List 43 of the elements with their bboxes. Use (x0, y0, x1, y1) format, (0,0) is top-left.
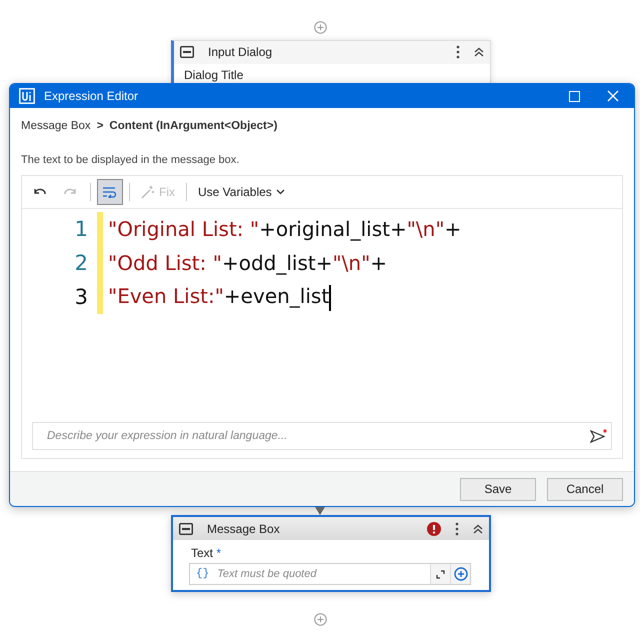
window-icon (179, 522, 193, 535)
add-button[interactable] (450, 564, 470, 584)
more-icon[interactable] (455, 522, 459, 536)
activity-card[interactable]: Message Box Text * {} Text must be quoted (171, 515, 491, 592)
app-logo-icon (19, 88, 35, 104)
activity-title: Message Box (207, 522, 281, 536)
code-line[interactable]: "Original List: "+original_list+"\n"+ (108, 217, 462, 242)
use-variables-dropdown[interactable]: Use Variables (193, 179, 290, 206)
add-icon[interactable] (314, 613, 326, 626)
send-icon[interactable] (590, 428, 607, 444)
word-wrap-icon (102, 186, 116, 198)
connector-arrow (315, 507, 325, 516)
line-number: 3 (74, 284, 89, 312)
save-button[interactable]: Save (460, 478, 536, 501)
add-icon (454, 567, 468, 582)
breadcrumb-separator: > (96, 120, 104, 132)
line-number: 1 (74, 216, 89, 244)
code-line[interactable]: "Even List:"+even_list (108, 284, 332, 311)
text-field[interactable]: {} Text must be quoted (189, 563, 471, 586)
expand-button[interactable] (430, 564, 450, 584)
prompt-field[interactable]: Describe your expression in natural language... (32, 422, 612, 450)
more-icon[interactable] (456, 45, 460, 60)
window-title: Expression Editor (44, 89, 140, 104)
expand-icon (436, 570, 445, 579)
cancel-button[interactable]: Cancel (547, 478, 623, 501)
close-icon (607, 90, 619, 102)
maximize-icon (568, 90, 580, 102)
field-label: Dialog Title (183, 66, 244, 84)
chevron-down-icon (276, 189, 285, 196)
code-line[interactable]: "Odd List: "+odd_list+"\n"+ (108, 251, 388, 276)
activity-title: Input Dialog (208, 45, 274, 60)
collapse-icon[interactable] (474, 47, 484, 58)
activity-card[interactable]: Input Dialog Dialog Title (171, 40, 491, 86)
field-label: Text * (190, 545, 222, 562)
add-icon[interactable] (314, 21, 326, 34)
line-number: 2 (74, 250, 89, 278)
word-wrap-button[interactable] (97, 179, 123, 206)
description-text: The text to be displayed in the message box. (21, 154, 240, 166)
collapse-icon[interactable] (473, 524, 483, 534)
breadcrumb-link[interactable]: Message Box (21, 120, 91, 132)
breadcrumb-current: Content (InArgument<Object>) (109, 120, 278, 132)
magic-wand-icon (141, 185, 155, 200)
window-icon (180, 46, 194, 58)
